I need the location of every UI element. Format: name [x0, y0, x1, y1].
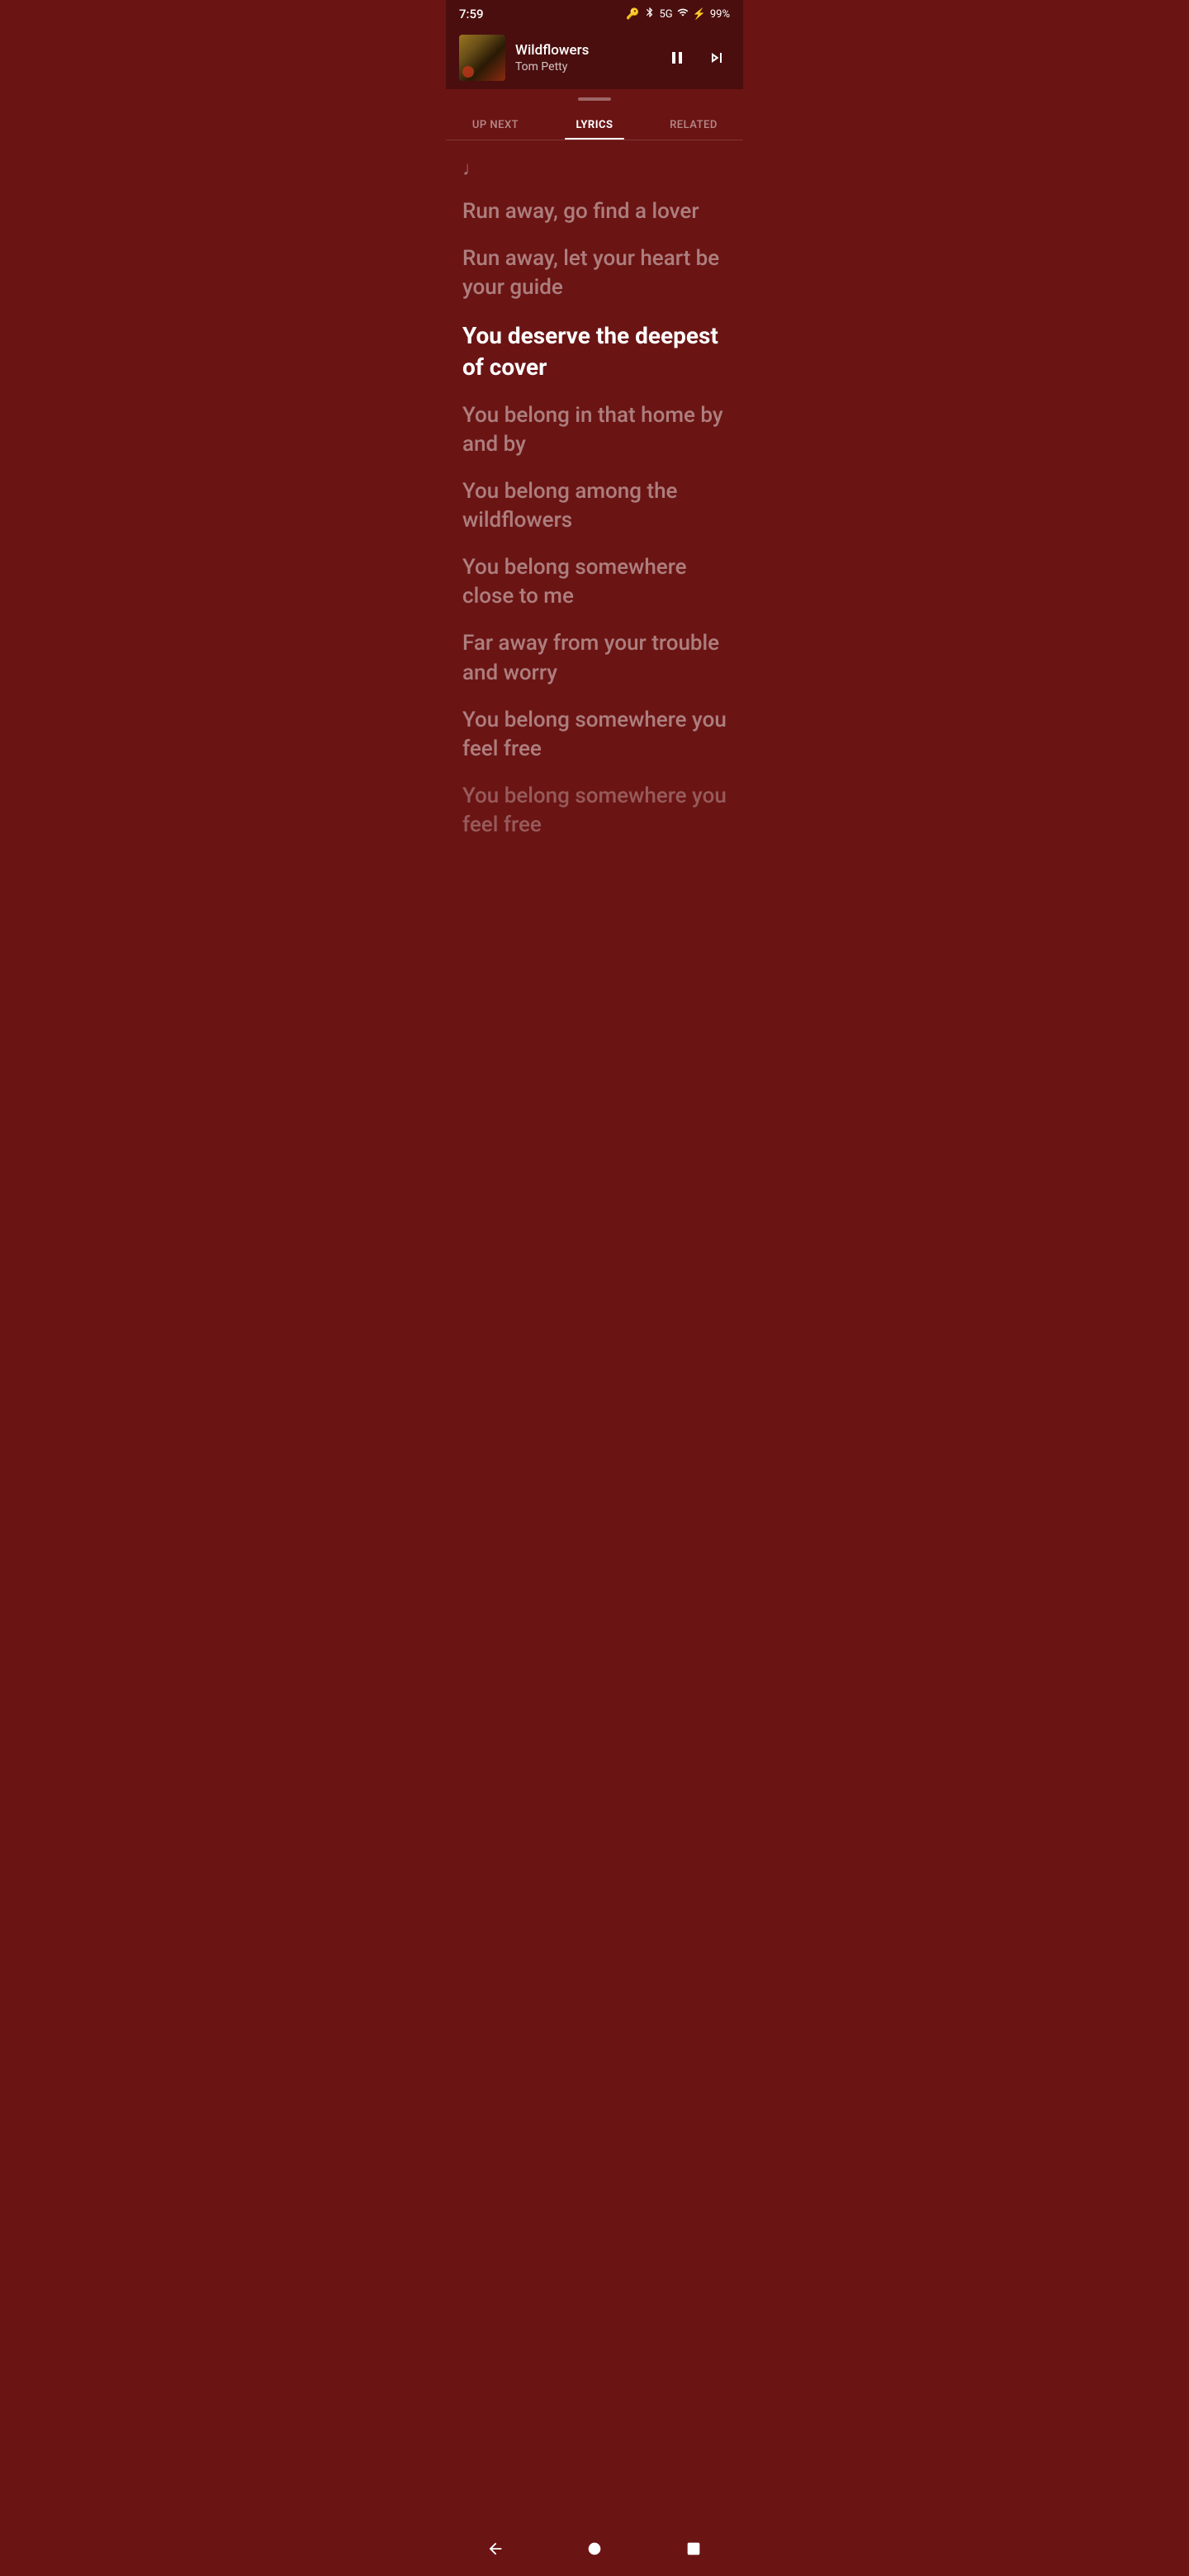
key-icon: 🔑	[626, 8, 639, 21]
signal-icon	[677, 7, 689, 21]
tabs: UP NEXT LYRICS RELATED	[446, 106, 743, 140]
drag-handle[interactable]	[578, 97, 611, 101]
status-time: 7:59	[459, 7, 484, 21]
back-button[interactable]	[473, 2535, 518, 2563]
song-artist: Tom Petty	[515, 60, 654, 73]
recents-icon	[685, 2540, 703, 2558]
pause-icon	[667, 48, 687, 68]
battery-percent: 99%	[710, 8, 730, 21]
bluetooth-icon	[644, 7, 656, 21]
skip-next-button[interactable]	[703, 45, 730, 71]
bottom-nav	[446, 2525, 743, 2576]
recents-button[interactable]	[671, 2535, 716, 2563]
tab-related[interactable]: RELATED	[644, 109, 743, 140]
lyrics-container: ♩ Run away, go find a lover Run away, le…	[446, 140, 743, 924]
tab-up-next[interactable]: UP NEXT	[446, 109, 545, 140]
status-icons: 🔑 5G ⚡ 99%	[626, 7, 730, 21]
music-note-icon: ♩	[462, 157, 727, 181]
player-controls	[664, 45, 730, 71]
lyric-line: Run away, let your heart be your guide	[462, 244, 727, 302]
lyric-line: You belong among the wildflowers	[462, 477, 727, 535]
skip-next-icon	[707, 48, 727, 68]
network-label: 5G	[660, 8, 673, 21]
home-icon	[585, 2540, 604, 2558]
back-icon	[486, 2540, 504, 2558]
tab-lyrics[interactable]: LYRICS	[545, 109, 644, 140]
status-bar: 7:59 🔑 5G ⚡ 99%	[446, 0, 743, 26]
lyric-line: Far away from your trouble and worry	[462, 629, 727, 687]
now-playing-header: Wildflowers Tom Petty	[446, 26, 743, 89]
lyric-line: You belong somewhere close to me	[462, 553, 727, 611]
lyric-line: Run away, go find a lover	[462, 197, 727, 226]
battery-icon: ⚡	[693, 8, 706, 21]
song-title: Wildflowers	[515, 42, 654, 59]
drag-handle-container	[446, 89, 743, 106]
lyric-line-active: You deserve the deepest of cover	[462, 320, 727, 383]
lyric-line: You belong somewhere you feel free	[462, 706, 727, 764]
home-button[interactable]	[572, 2535, 617, 2563]
pause-button[interactable]	[664, 45, 690, 71]
lyric-line-fading: You belong somewhere you feel free	[462, 782, 727, 840]
song-info: Wildflowers Tom Petty	[515, 42, 654, 73]
album-art	[459, 35, 505, 81]
lyric-line: You belong in that home by and by	[462, 401, 727, 459]
